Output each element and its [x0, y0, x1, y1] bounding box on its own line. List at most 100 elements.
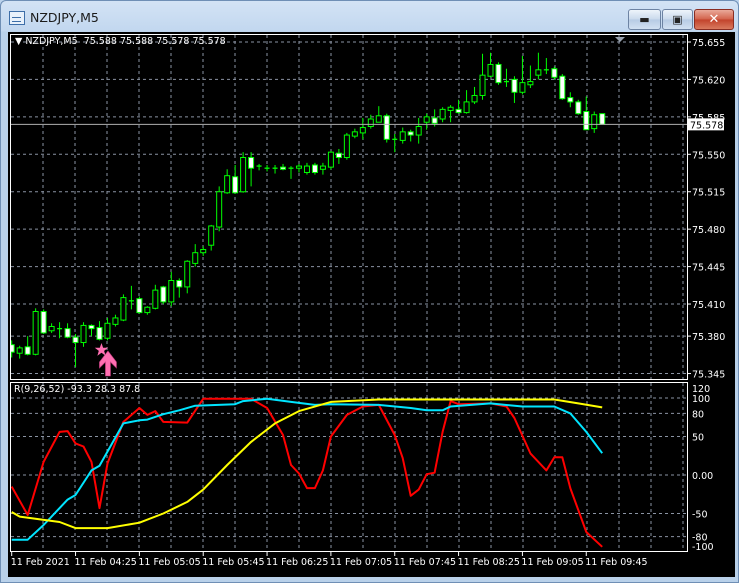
- candle-bear: [383, 115, 390, 140]
- candle-bull: [423, 116, 430, 123]
- price-label: 75.515: [692, 188, 725, 199]
- indicator-lines: [11, 397, 604, 548]
- candle-bear: [88, 324, 95, 330]
- candle-bull: [415, 125, 422, 136]
- legend-ohlc: 75.588 75.588 75.578 75.578: [83, 36, 226, 47]
- candle-bear: [176, 280, 183, 288]
- candle-bull: [192, 252, 199, 264]
- last-price-marker: 75.578: [11, 118, 724, 131]
- time-label: 11 Feb 05:05: [138, 557, 200, 568]
- candle-bear: [511, 78, 518, 93]
- time-label: 11 Feb 09:45: [585, 557, 647, 568]
- candle-bear: [407, 131, 414, 136]
- indicator-label: 0.00: [692, 471, 713, 482]
- candle-bull: [479, 74, 486, 96]
- candle-bull: [535, 69, 542, 76]
- price-label: 75.410: [692, 300, 725, 311]
- price-label: 75.480: [692, 225, 725, 236]
- time-label: 11 Feb 09:05: [521, 557, 583, 568]
- cyan-line: [11, 397, 604, 541]
- indicator-legend: R(9,26,52) -93.3 28.3 87.8: [14, 384, 141, 395]
- candle-bear: [311, 164, 318, 173]
- time-label: 11 Feb 08:25: [458, 557, 520, 568]
- red-line: [11, 397, 603, 548]
- candle-bear: [575, 101, 582, 115]
- time-label: 11 Feb 06:25: [266, 557, 328, 568]
- price-label: 75.550: [692, 150, 725, 161]
- legend-symbol: NZDJPY,M5: [25, 36, 78, 47]
- candle-bear: [64, 328, 71, 338]
- time-label: 11 Feb 07:45: [394, 557, 456, 568]
- indicator-label: -100: [692, 542, 714, 553]
- candle-bull: [471, 94, 478, 103]
- candle-bear: [567, 97, 574, 103]
- time-label: 11 Feb 04:25: [75, 557, 137, 568]
- candle-bear: [431, 117, 438, 124]
- candle-bull: [303, 165, 310, 173]
- candle-bear: [40, 311, 47, 334]
- candle-bull: [240, 157, 247, 193]
- candle-bull: [487, 63, 494, 77]
- price-axis: 75.65575.62075.58575.55075.51575.48075.4…: [687, 38, 725, 381]
- price-label: 75.620: [692, 75, 725, 86]
- candle-bull: [112, 317, 119, 325]
- indicator-label: -50: [692, 510, 708, 521]
- candle-bull: [375, 115, 382, 123]
- candle-bull: [184, 260, 191, 288]
- candle-bull: [32, 311, 39, 355]
- time-axis: 11 Feb 2021 11 Feb 04:25 11 Feb 05:05 11 Fe…: [11, 551, 648, 568]
- chart-shift-marker-icon[interactable]: [615, 37, 625, 42]
- candle-bull: [144, 306, 151, 314]
- legend-dropdown-icon[interactable]: ▼: [15, 36, 25, 47]
- candle-bear: [136, 298, 143, 314]
- candle-bull: [152, 289, 159, 309]
- candle-bull: [319, 165, 326, 170]
- candle-bull: [447, 106, 454, 111]
- indicator-label: 100: [692, 394, 710, 405]
- candle-bull: [208, 225, 215, 246]
- candle-bull: [527, 81, 534, 86]
- candle-bull: [439, 108, 446, 120]
- candle-bull: [359, 127, 366, 134]
- candle-bull: [463, 101, 470, 114]
- candle-bull: [519, 82, 526, 93]
- indicator-label: 50: [692, 433, 704, 444]
- candle-bull: [16, 347, 23, 354]
- candle-bull: [351, 131, 358, 137]
- candle-bear: [455, 108, 462, 114]
- candle-bull: [104, 322, 111, 339]
- candle-bear: [599, 113, 606, 125]
- time-label: 11 Feb 07:05: [330, 557, 392, 568]
- candle-bear: [583, 111, 590, 131]
- candle-bull: [48, 325, 55, 332]
- price-label: 75.655: [692, 38, 725, 49]
- arrow-up-icon: [99, 350, 117, 377]
- candle-bull: [216, 191, 223, 228]
- signal-markers: [94, 343, 117, 377]
- chart-canvas[interactable]: 75.65575.62075.58575.55075.51575.48075.4…: [0, 0, 739, 583]
- candle-bull: [80, 324, 87, 344]
- candle-bear: [559, 75, 566, 100]
- time-label: 11 Feb 05:45: [202, 557, 264, 568]
- time-label: 11 Feb 2021: [11, 557, 70, 568]
- candle-bull: [120, 297, 127, 321]
- price-label: 75.445: [692, 263, 725, 274]
- indicator-axis: 12010080500.00-50-80-100: [692, 384, 714, 553]
- candle-bull: [343, 134, 350, 159]
- candle-bull: [224, 175, 231, 194]
- candle-bull: [591, 114, 598, 130]
- candle-bull: [399, 131, 406, 141]
- candle-bull: [200, 248, 207, 254]
- last-price-label: 75.578: [690, 120, 723, 131]
- price-label: 75.380: [692, 332, 725, 343]
- price-label: 75.345: [692, 370, 725, 381]
- candles: [11, 52, 606, 368]
- candle-bear: [11, 344, 15, 353]
- candle-bear: [248, 157, 255, 169]
- candle-bull: [295, 165, 302, 169]
- candle-bull: [168, 280, 175, 303]
- candle-bear: [96, 327, 103, 340]
- candle-bear: [495, 63, 502, 84]
- candle-bull: [367, 118, 374, 127]
- candle-bear: [160, 286, 167, 303]
